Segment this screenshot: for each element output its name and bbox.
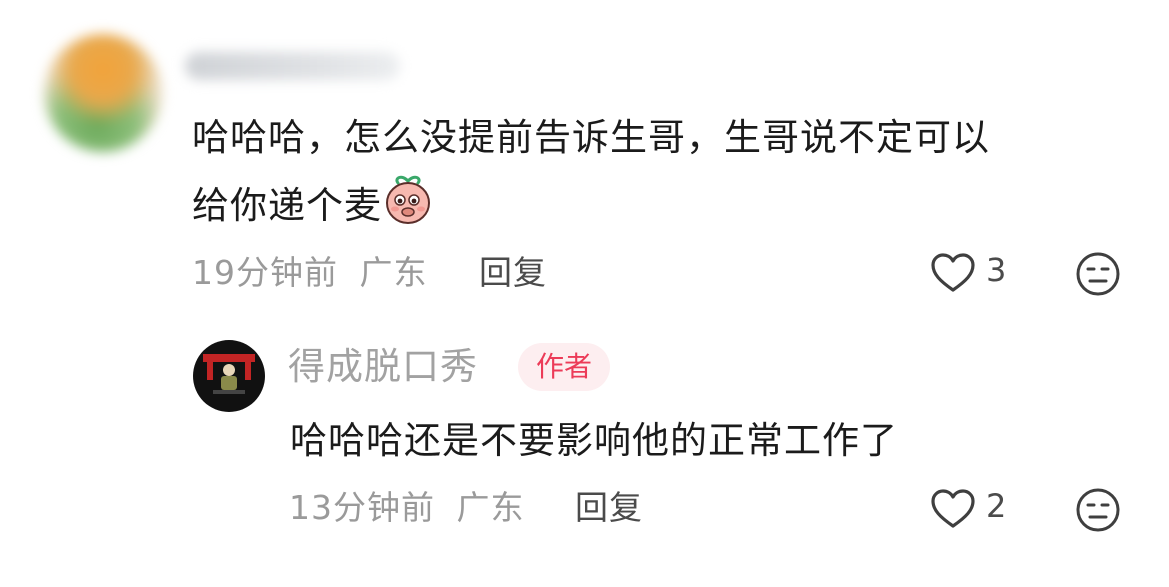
comment-time: 19分钟前 bbox=[192, 253, 338, 292]
reply-time: 13分钟前 bbox=[289, 488, 435, 527]
peach-emoji-icon bbox=[382, 174, 434, 248]
comment-text-line-2-text: 给你递个麦 bbox=[192, 184, 382, 227]
reply-location: 广东 bbox=[456, 488, 525, 527]
reply-button[interactable]: 回复 bbox=[479, 253, 547, 293]
author-name[interactable]: 得成脱口秀 bbox=[288, 345, 478, 389]
comment-text-line-1: 哈哈哈，怎么没提前告诉生哥，生哥说不定可以 bbox=[192, 116, 990, 159]
reply-meta: 13分钟前 广东 bbox=[289, 488, 525, 528]
reply-like-count: 2 bbox=[986, 487, 1007, 525]
author-avatar[interactable] bbox=[193, 340, 265, 412]
commenter-name-blurred[interactable] bbox=[185, 52, 400, 80]
reply-reply-button[interactable]: 回复 bbox=[575, 488, 643, 528]
reply-text: 哈哈哈还是不要影响他的正常工作了 bbox=[290, 419, 898, 462]
comment-location: 广东 bbox=[359, 253, 428, 292]
meh-face-icon[interactable] bbox=[1075, 251, 1121, 301]
author-badge: 作者 bbox=[518, 343, 611, 391]
comment-meta: 19分钟前 广东 bbox=[192, 253, 428, 293]
dislike-button[interactable] bbox=[1075, 251, 1121, 301]
reply-like-button[interactable] bbox=[930, 488, 976, 534]
like-count: 3 bbox=[986, 251, 1007, 289]
comment-text-line-2: 给你递个麦 bbox=[192, 172, 434, 248]
heart-outline-icon[interactable] bbox=[930, 252, 976, 298]
like-button[interactable] bbox=[930, 252, 976, 298]
reply-dislike-button[interactable] bbox=[1075, 487, 1121, 537]
meh-face-icon[interactable] bbox=[1075, 487, 1121, 537]
heart-outline-icon[interactable] bbox=[930, 488, 976, 534]
commenter-avatar[interactable] bbox=[44, 34, 162, 152]
